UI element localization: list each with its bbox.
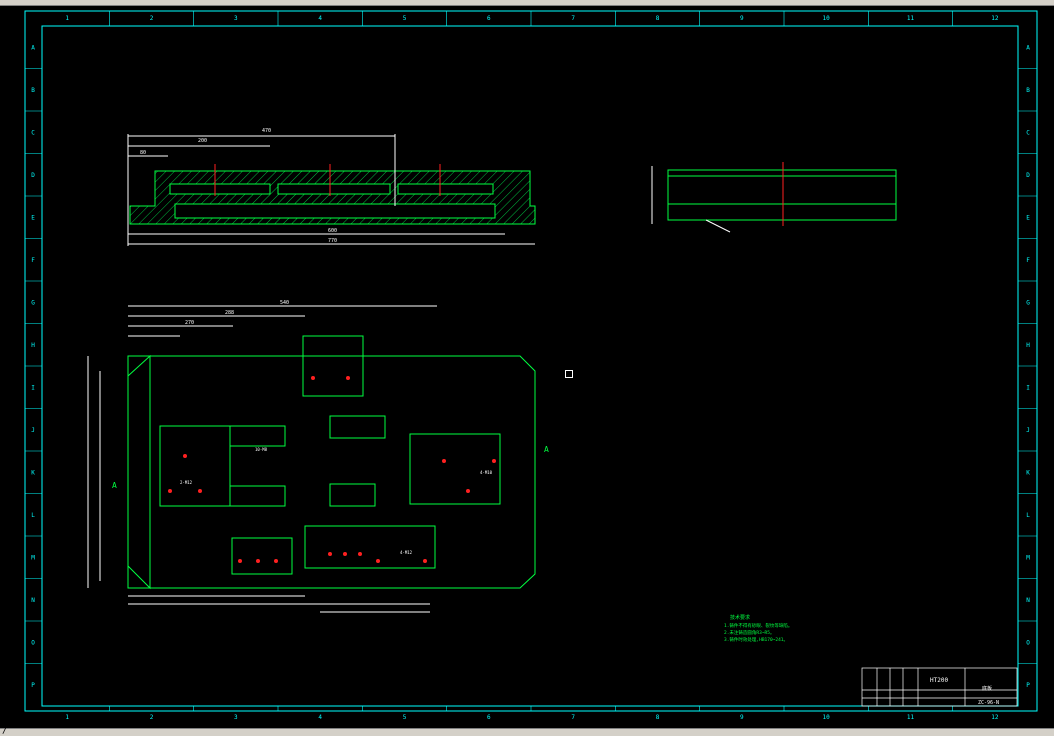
- plan-callout-2-m12: 2-M12: [180, 480, 193, 485]
- row-label: H: [1026, 342, 1030, 349]
- row-label: L: [31, 512, 35, 519]
- row-label: O: [1026, 639, 1030, 646]
- column-label: 9: [740, 714, 744, 721]
- row-label: P: [31, 682, 35, 689]
- row-label: K: [1026, 469, 1030, 476]
- column-label: 12: [991, 15, 999, 22]
- row-label: J: [1026, 427, 1030, 434]
- plan-dim-270: 270: [185, 320, 194, 326]
- column-label: 7: [571, 15, 575, 22]
- column-label: 10: [823, 15, 831, 22]
- row-labels-left: A B C D E F G H I J K L M N O P: [25, 44, 42, 689]
- row-label: B: [1026, 87, 1030, 94]
- column-labels-bottom: 1 2 3 4 5 6 7 8 9 10 11 12: [65, 706, 999, 721]
- row-label: D: [1026, 172, 1030, 179]
- column-labels-top: 1 2 3 4 5 6 7 8 9 10 11 12: [65, 11, 999, 26]
- row-label: G: [31, 299, 35, 306]
- column-label: 8: [656, 15, 660, 22]
- technical-notes: 技术要求 1.铸件不得有砂眼、裂纹等缺陷。 2.未注铸造圆角R3~R5。 3.铸…: [724, 614, 792, 643]
- column-label: 5: [403, 15, 407, 22]
- row-label: N: [1026, 597, 1030, 604]
- plan-callout-10-m8: 10-M8: [255, 447, 268, 452]
- top-dim-80: 80: [140, 150, 146, 156]
- row-label: N: [31, 597, 35, 604]
- outer-frame: [24, 10, 1038, 712]
- column-label: 1: [65, 15, 69, 22]
- column-label: 7: [571, 714, 575, 721]
- row-label: A: [1026, 44, 1030, 51]
- column-label: 4: [318, 15, 322, 22]
- column-label: 10: [823, 714, 831, 721]
- notes-line-1: 1.铸件不得有砂眼、裂纹等缺陷。: [724, 622, 792, 629]
- row-label: H: [31, 342, 35, 349]
- plan-callout-4-m12: 4-M12: [400, 550, 413, 555]
- row-label: F: [31, 257, 35, 264]
- column-label: 3: [234, 714, 238, 721]
- top-dim-770: 770: [328, 238, 337, 244]
- column-label: 12: [991, 714, 999, 721]
- row-label: K: [31, 469, 35, 476]
- top-dim-200: 200: [198, 138, 207, 144]
- row-label: A: [31, 44, 35, 51]
- title-drawing-no: ZC-96-N: [978, 700, 999, 706]
- column-label: 11: [907, 714, 915, 721]
- row-label: F: [1026, 257, 1030, 264]
- plan-dim-288: 288: [225, 310, 234, 316]
- row-label: E: [31, 214, 35, 221]
- notes-line-2: 2.未注铸造圆角R3~R5。: [724, 629, 774, 636]
- row-label: E: [1026, 214, 1030, 221]
- column-label: 6: [487, 714, 491, 721]
- section-label-right: A: [544, 445, 549, 454]
- row-label: P: [1026, 682, 1030, 689]
- column-label: 8: [656, 714, 660, 721]
- cad-drawing-canvas[interactable]: 1 2 3 4 5 6 7 8 9 10 11 12 1 2 3 4 5 6 7 8 9 10 11 12 ABCDEFGH…: [0, 6, 1054, 728]
- plan-dim-540: 540: [280, 300, 289, 306]
- row-label: M: [31, 554, 35, 561]
- row-label: J: [31, 427, 35, 434]
- row-label: B: [31, 87, 35, 94]
- crosshair-pickbox: [565, 370, 573, 378]
- side-view: [651, 162, 897, 233]
- section-label-left: A: [112, 481, 117, 490]
- column-label: 11: [907, 15, 915, 22]
- row-label: L: [1026, 512, 1030, 519]
- column-label: 4: [318, 714, 322, 721]
- plan-view: [87, 305, 536, 613]
- title-material: HT200: [930, 677, 948, 684]
- column-label: 1: [65, 714, 69, 721]
- column-label: 2: [150, 714, 154, 721]
- row-label: I: [1026, 384, 1030, 391]
- row-labels-right: A B C D E F G H I J K L M N O P: [1018, 44, 1037, 689]
- column-label: 2: [150, 15, 154, 22]
- row-label: O: [31, 639, 35, 646]
- column-label: 9: [740, 15, 744, 22]
- title-drawing-name: 底板: [982, 685, 992, 692]
- row-label: G: [1026, 299, 1030, 306]
- row-label: C: [31, 129, 35, 136]
- notes-heading: 技术要求: [730, 614, 750, 621]
- row-label: I: [31, 384, 35, 391]
- column-label: 6: [487, 15, 491, 22]
- top-dim-600: 600: [328, 228, 337, 234]
- column-label: 5: [403, 714, 407, 721]
- top-dim-470: 470: [262, 128, 271, 134]
- row-label: C: [1026, 129, 1030, 136]
- column-label: 3: [234, 15, 238, 22]
- row-label: M: [1026, 554, 1030, 561]
- notes-line-3: 3.铸件时效处理,HB170~241。: [724, 636, 788, 643]
- row-label: D: [31, 172, 35, 179]
- plan-callout-4-m10: 4-M10: [480, 470, 493, 475]
